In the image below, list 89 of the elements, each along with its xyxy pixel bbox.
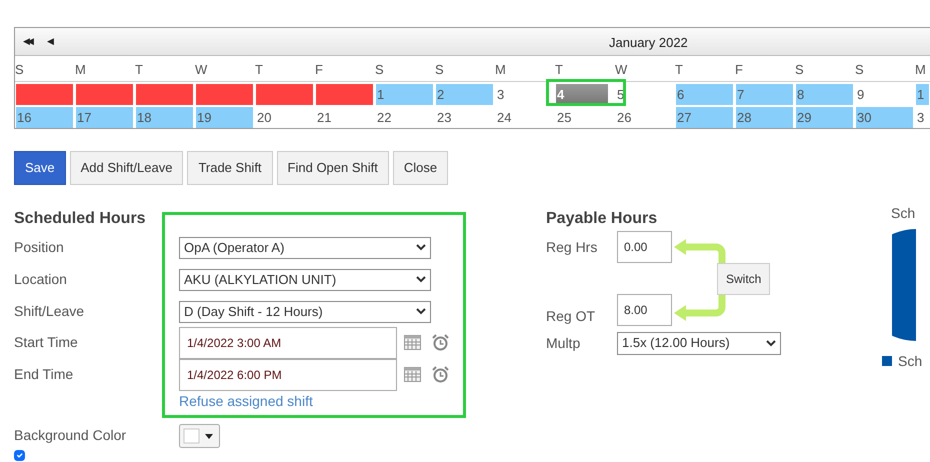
switch-button[interactable]: Switch: [717, 262, 770, 294]
blocked-day: [76, 84, 133, 105]
field-label: End Time: [14, 365, 74, 384]
calendar-day[interactable]: 8: [796, 84, 853, 105]
save-button[interactable]: Save: [14, 151, 66, 184]
calendar-day[interactable]: 27: [676, 107, 733, 128]
blocked-day: [316, 84, 373, 105]
field-label: Background Color: [14, 426, 128, 445]
hours-field[interactable]: 8.00: [617, 294, 672, 326]
weekday-header: M: [915, 56, 930, 82]
nav-button[interactable]: ◀◀: [15, 34, 39, 48]
calendar-day[interactable]: 26: [616, 107, 673, 128]
notify-checkbox[interactable]: [14, 450, 25, 460]
weekday-header: S: [795, 56, 855, 82]
calendar-day[interactable]: 18: [136, 107, 193, 128]
blocked-day: [256, 84, 313, 105]
calendar-day[interactable]: 19: [196, 107, 253, 128]
calendar-day[interactable]: 7: [736, 84, 793, 105]
weekday-header: T: [675, 56, 735, 82]
action-button[interactable]: Add Shift/Leave: [70, 151, 184, 184]
weekday-header: T: [255, 56, 315, 82]
blocked-day: [16, 84, 73, 105]
calendar-day[interactable]: 24: [496, 107, 553, 128]
chevron-down-icon: [766, 340, 776, 346]
datetime-field[interactable]: 1/4/2022 3:00 AM: [179, 326, 397, 358]
alarm-clock-icon[interactable]: [432, 366, 449, 383]
field-label: Multp: [546, 334, 582, 353]
calendar-icon[interactable]: [404, 367, 421, 382]
select-field[interactable]: D (Day Shift - 12 Hours): [179, 300, 431, 322]
alarm-clock-icon[interactable]: [432, 334, 449, 351]
weekday-header: M: [495, 56, 555, 82]
calendar-day[interactable]: 16: [16, 107, 73, 128]
calendar-day[interactable]: 22: [376, 107, 433, 128]
calendar-day[interactable]: 30: [856, 107, 913, 128]
field-label: Start Time: [14, 333, 79, 352]
weekday-header: S: [855, 56, 915, 82]
select-field[interactable]: OpA (Operator A): [179, 236, 431, 258]
section-title: Scheduled Hours: [14, 208, 147, 228]
action-button[interactable]: Close: [392, 151, 448, 184]
calendar-icon[interactable]: [404, 335, 421, 350]
weekday-header: M: [75, 56, 135, 82]
calendar-day[interactable]: 6: [676, 84, 733, 105]
weekday-header: F: [315, 56, 375, 82]
select-field[interactable]: AKU (ALKYLATION UNIT): [179, 268, 431, 290]
calendar-day[interactable]: 1: [916, 84, 929, 105]
section-title: Payable Hours: [546, 208, 658, 228]
chart-title: Sch: [891, 206, 916, 222]
legend-label: Sch: [898, 352, 922, 370]
calendar-day[interactable]: 1: [376, 84, 433, 105]
field-label: Position: [14, 238, 65, 257]
field-label: Location: [14, 270, 68, 289]
calendar-day[interactable]: 25: [556, 107, 613, 128]
field-label: Reg OT: [546, 306, 596, 326]
hours-field[interactable]: 0.00: [617, 230, 672, 262]
calendar-day[interactable]: 21: [316, 107, 373, 128]
weekday-header: W: [615, 56, 675, 82]
nav-button[interactable]: ◀: [39, 34, 59, 48]
refuse-shift-link[interactable]: Refuse assigned shift: [179, 390, 313, 412]
calendar-day[interactable]: 28: [736, 107, 793, 128]
chevron-down-icon: [416, 276, 426, 283]
weekday-header: F: [735, 56, 795, 82]
field-label: Reg Hrs: [546, 238, 598, 257]
datetime-field[interactable]: 1/4/2022 6:00 PM: [179, 358, 397, 390]
action-button[interactable]: Trade Shift: [187, 151, 273, 184]
weekday-header: S: [375, 56, 435, 82]
calendar-title: January 2022: [609, 34, 688, 52]
legend-swatch: [882, 356, 892, 366]
calendar-day[interactable]: 29: [796, 107, 853, 128]
weekday-header: T: [135, 56, 195, 82]
calendar-day[interactable]: 3: [916, 107, 929, 128]
calendar-day[interactable]: 20: [256, 107, 313, 128]
weekday-header: W: [195, 56, 255, 82]
calendar-day[interactable]: 17: [76, 107, 133, 128]
weekday-header: S: [15, 56, 75, 82]
select-field[interactable]: 1.5x (12.00 Hours): [617, 332, 781, 354]
color-picker[interactable]: [179, 424, 220, 448]
calendar-day[interactable]: 23: [436, 107, 493, 128]
calendar-day[interactable]: 4: [556, 84, 608, 105]
calendar-day[interactable]: 9: [856, 84, 913, 105]
weekday-header: S: [435, 56, 495, 82]
calendar-day[interactable]: 2: [436, 84, 493, 105]
action-button[interactable]: Find Open Shift: [276, 151, 389, 184]
blocked-day: [196, 84, 253, 105]
chevron-down-icon: [416, 244, 426, 251]
calendar-day[interactable]: 3: [496, 84, 553, 105]
field-label: Shift/Leave: [14, 302, 86, 321]
weekday-header: T: [555, 56, 615, 82]
chevron-down-icon: [416, 308, 426, 315]
blocked-day: [136, 84, 193, 105]
